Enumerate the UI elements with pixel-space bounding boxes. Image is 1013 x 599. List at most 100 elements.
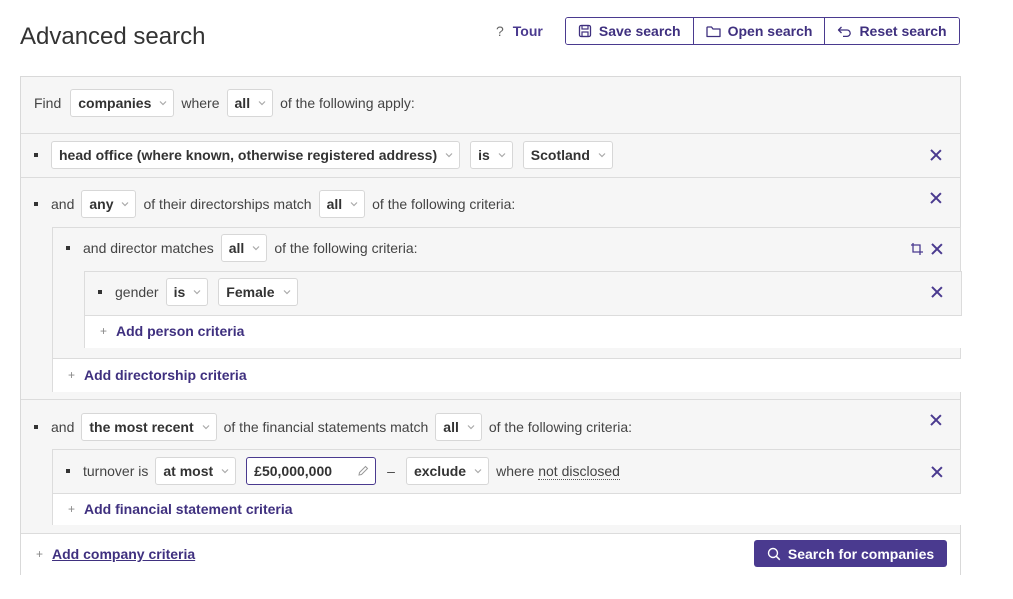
- reset-search-label: Reset search: [859, 23, 947, 39]
- chevron-down-icon: [122, 202, 129, 207]
- gender-criterion: gender is Female: [98, 278, 305, 306]
- turnover-label: turnover is: [83, 463, 149, 479]
- add-directorship-criteria-link[interactable]: + Add directorship criteria: [68, 367, 247, 383]
- remove-director-icon[interactable]: [931, 243, 943, 255]
- toolbar: ? Tour Save search Open search Reset sea…: [496, 17, 960, 45]
- chevron-down-icon: [498, 153, 506, 158]
- add-directorship-label: Add directorship criteria: [84, 367, 247, 383]
- remove-gender-icon[interactable]: [931, 286, 943, 298]
- chevron-down-icon: [159, 101, 167, 106]
- bullet: [66, 469, 70, 473]
- turnover-criterion: turnover is at most £50,000,000 – exclud…: [66, 457, 620, 485]
- remove-financials-icon[interactable]: [930, 414, 942, 426]
- and-label: and: [51, 419, 75, 435]
- where-label: where: [496, 463, 535, 479]
- reset-arrow-icon: [838, 26, 852, 37]
- add-person-criteria-link[interactable]: + Add person criteria: [100, 323, 244, 339]
- search-button-label: Search for companies: [787, 545, 935, 562]
- save-search-button[interactable]: Save search: [565, 18, 693, 44]
- directorships-mode-value: all: [326, 196, 343, 212]
- plus-icon: +: [100, 324, 108, 338]
- add-financial-label: Add financial statement criteria: [84, 501, 293, 517]
- financials-which-select[interactable]: the most recent: [81, 413, 217, 441]
- turnover-amount-input[interactable]: £50,000,000: [246, 457, 377, 485]
- directorships-criterion: and any of their directorships match all…: [34, 190, 515, 218]
- plus-icon: +: [68, 368, 76, 382]
- gender-operator-select[interactable]: is: [165, 278, 209, 306]
- director-text: and director matches: [83, 240, 214, 256]
- directorships-quantifier-select[interactable]: any: [81, 190, 137, 218]
- pencil-icon: [358, 465, 369, 476]
- divider: [21, 177, 960, 178]
- head-office-operator-select[interactable]: is: [470, 141, 513, 169]
- bullet: [98, 290, 102, 294]
- chevron-down-icon: [467, 425, 475, 430]
- chevron-down-icon: [598, 153, 606, 158]
- bullet: [34, 202, 38, 206]
- divider: [21, 399, 960, 400]
- financials-criterion: and the most recent of the financial sta…: [34, 413, 632, 441]
- directorships-tail: of the following criteria:: [372, 196, 516, 212]
- tour-link[interactable]: ? Tour: [496, 23, 543, 39]
- plus-icon: +: [68, 502, 76, 516]
- turnover-operator-select[interactable]: at most: [155, 457, 237, 485]
- chevron-down-icon: [283, 290, 290, 295]
- range-dash: –: [387, 463, 395, 479]
- remove-directorships-icon[interactable]: [930, 192, 942, 204]
- plus-icon: +: [36, 547, 44, 561]
- financials-which-value: the most recent: [89, 419, 194, 435]
- match-mode-value: all: [234, 95, 251, 111]
- directorships-quantifier-value: any: [89, 196, 114, 212]
- chevron-down-icon: [445, 153, 453, 158]
- find-label: Find: [34, 95, 62, 111]
- person-panel: gender is Female + Add person criteria: [84, 271, 962, 348]
- financials-mode-value: all: [443, 419, 459, 435]
- head-office-value: Scotland: [530, 147, 590, 163]
- head-office-field-select[interactable]: head office (where known, otherwise regi…: [51, 141, 461, 169]
- where-label: where: [181, 95, 220, 111]
- head-office-operator-value: is: [478, 147, 490, 163]
- turnover-amount-value: £50,000,000: [254, 463, 333, 479]
- not-disclosed-term[interactable]: not disclosed: [538, 463, 620, 480]
- gender-label: gender: [115, 284, 159, 300]
- search-actions-group: Save search Open search Reset search: [564, 17, 960, 45]
- director-mode-select[interactable]: all: [220, 234, 268, 262]
- save-search-label: Save search: [598, 23, 681, 39]
- financials-text: of the financial statements match: [223, 419, 429, 435]
- add-financial-statement-criteria-link[interactable]: + Add financial statement criteria: [68, 501, 293, 517]
- disclosure-select[interactable]: exclude: [405, 457, 490, 485]
- head-office-value-select[interactable]: Scotland: [522, 141, 613, 169]
- page-title: Advanced search: [20, 23, 206, 50]
- remove-head-office-icon[interactable]: [930, 149, 942, 161]
- add-person-label: Add person criteria: [116, 323, 245, 339]
- remove-turnover-icon[interactable]: [931, 466, 943, 478]
- chevron-down-icon: [202, 425, 210, 430]
- financials-tail: of the following criteria:: [488, 419, 633, 435]
- tour-label: Tour: [512, 23, 543, 39]
- financial-statement-panel: turnover is at most £50,000,000 – exclud…: [52, 449, 961, 525]
- head-office-criterion: head office (where known, otherwise regi…: [34, 141, 620, 169]
- chevron-down-icon: [252, 246, 260, 251]
- entity-value: companies: [78, 95, 152, 111]
- director-tail: of the following criteria:: [274, 240, 418, 256]
- director-panel: and director matches all of the followin…: [52, 227, 962, 392]
- gender-value-select[interactable]: Female: [218, 278, 298, 306]
- open-search-button[interactable]: Open search: [692, 18, 825, 44]
- chevron-down-icon: [258, 101, 266, 106]
- add-company-criteria-link[interactable]: + Add company criteria: [36, 546, 195, 562]
- bullet: [34, 153, 38, 157]
- chevron-down-icon: [193, 290, 201, 295]
- match-mode-select[interactable]: all: [226, 89, 274, 117]
- turnover-operator-value: at most: [163, 463, 214, 479]
- add-directorship-row: + Add directorship criteria: [53, 358, 961, 392]
- financials-mode-select[interactable]: all: [435, 413, 482, 441]
- reset-search-button[interactable]: Reset search: [824, 18, 959, 44]
- director-mode-value: all: [228, 240, 245, 256]
- directorships-mode-select[interactable]: all: [318, 190, 366, 218]
- add-company-label: Add company criteria: [52, 546, 196, 562]
- crop-icon[interactable]: [910, 242, 924, 256]
- search-for-companies-button[interactable]: Search for companies: [754, 540, 947, 567]
- entity-select[interactable]: companies: [70, 89, 175, 117]
- question-icon: ?: [496, 23, 504, 39]
- chevron-down-icon: [474, 469, 482, 474]
